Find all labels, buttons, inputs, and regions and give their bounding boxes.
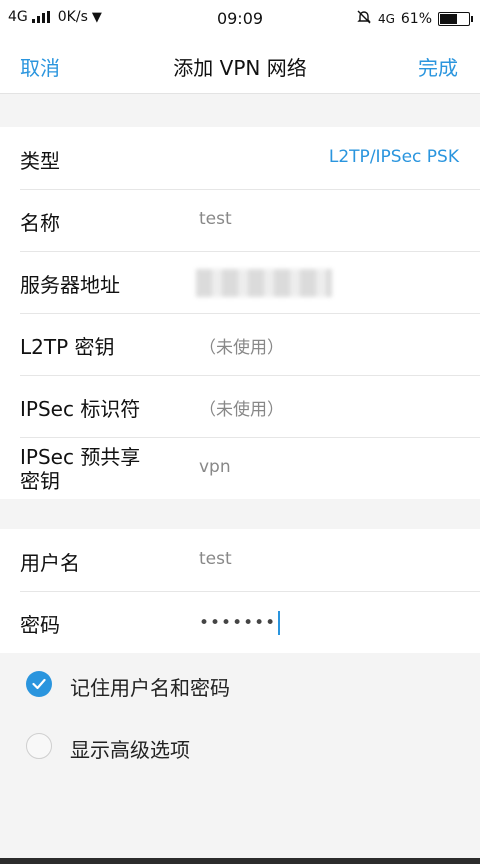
status-bar: 4G 0K/s ▼ 09:09 4G 61% — [0, 0, 480, 36]
name-input[interactable]: test — [199, 209, 232, 229]
checkmark-icon — [32, 678, 46, 690]
bottom-edge — [0, 858, 480, 864]
network-type-right: 4G — [377, 12, 395, 26]
l2tp-key-row: L2TP 密钥 （未使用） — [0, 313, 480, 375]
advanced-checkbox[interactable] — [26, 733, 52, 759]
l2tp-key-label: L2TP 密钥 — [20, 335, 115, 359]
password-label: 密码 — [20, 613, 60, 637]
type-select[interactable]: L2TP/IPSec PSK — [329, 147, 459, 167]
type-label: 类型 — [20, 149, 60, 173]
title-bar: 取消 添加 VPN 网络 完成 — [0, 36, 480, 94]
l2tp-key-input[interactable]: （未使用） — [199, 333, 284, 358]
type-row[interactable]: 类型 L2TP/IPSec PSK — [0, 127, 480, 189]
page-title: 添加 VPN 网络 — [173, 56, 307, 80]
remember-checkbox[interactable] — [26, 671, 52, 697]
remember-label: 记住用户名和密码 — [70, 676, 230, 700]
ipsec-psk-label-line2: 密钥 — [20, 469, 60, 493]
battery-percent: 61% — [400, 11, 432, 27]
username-row: 用户名 test — [0, 529, 480, 591]
ipsec-id-input[interactable]: （未使用） — [199, 395, 284, 420]
password-row: 密码 ••••••• — [0, 591, 480, 653]
ipsec-id-label: IPSec 标识符 — [20, 397, 141, 421]
name-row: 名称 test — [0, 189, 480, 251]
server-row: 服务器地址 — [0, 251, 480, 313]
status-right: 4G 61% — [356, 9, 473, 29]
text-cursor — [278, 611, 281, 635]
ipsec-psk-label: IPSec 预共享 密钥 — [20, 445, 140, 493]
ipsec-id-row: IPSec 标识符 （未使用） — [0, 375, 480, 437]
advanced-label: 显示高级选项 — [70, 738, 190, 762]
ipsec-psk-input[interactable]: vpn — [199, 457, 231, 477]
username-label: 用户名 — [20, 551, 80, 575]
vpn-settings-group: 类型 L2TP/IPSec PSK 名称 test 服务器地址 L2TP 密钥 … — [0, 127, 480, 499]
password-field[interactable]: ••••••• — [199, 611, 281, 635]
ipsec-psk-label-line1: IPSec 预共享 — [20, 445, 141, 469]
server-input[interactable] — [196, 269, 332, 297]
mute-bell-icon — [356, 9, 372, 29]
show-advanced-option[interactable]: 显示高级选项 — [0, 716, 480, 776]
done-button[interactable]: 完成 — [418, 52, 458, 81]
ipsec-psk-row: IPSec 预共享 密钥 vpn — [0, 437, 480, 499]
battery-icon — [438, 12, 473, 26]
username-input[interactable]: test — [199, 549, 232, 569]
name-label: 名称 — [20, 211, 60, 235]
remember-credentials-option[interactable]: 记住用户名和密码 — [0, 654, 480, 714]
credentials-group: 用户名 test 密码 ••••••• — [0, 529, 480, 653]
password-value: ••••••• — [199, 613, 277, 633]
server-label: 服务器地址 — [20, 273, 120, 297]
